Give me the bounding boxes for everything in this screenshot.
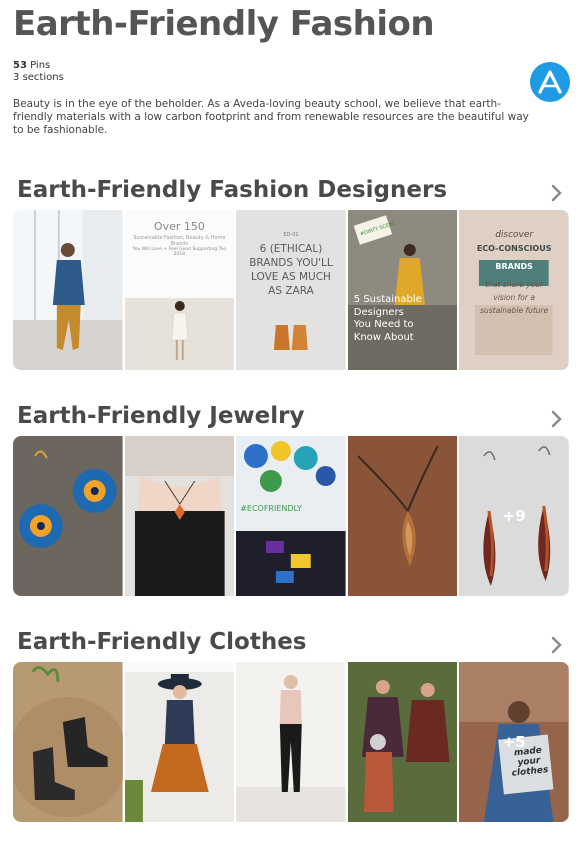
pin-subtitle: Sustainable Fashion, Beauty & Home Brand… [133,235,226,247]
wooden-bead-necklace-image [236,436,346,596]
chevron-right-icon[interactable] [549,183,565,203]
board-title: Earth-Friendly Fashion [13,4,435,44]
quilled-earrings-image [13,436,123,596]
pin-tile[interactable] [124,436,235,596]
pin-tile[interactable]: #ECOFRIENDLY [236,436,346,596]
pin-text: 5 Sustainable Designers You Need to Know… [353,294,422,343]
section-title[interactable]: Earth-Friendly Clothes [17,629,307,655]
pin-tile[interactable]: Over 150 Sustainable Fashion, Beauty & H… [124,210,235,370]
board-description: Beauty is in the eye of the beholder. As… [13,98,529,136]
more-pins-count[interactable]: +5 [459,662,569,822]
pin-pre: ED-01 [283,232,299,238]
pin-text-b: ECO-CONSCIOUS [476,244,552,253]
pin-tile[interactable] [13,662,123,822]
woman-in-blue-jacket-image [13,210,123,370]
pin-count: 53 Pins [13,60,51,71]
pin-tile[interactable]: made your clothes +5 [459,662,569,822]
patterned-ponchos-image [347,662,458,822]
hat-orange-skirt-image [124,662,235,822]
section-title[interactable]: Earth-Friendly Fashion Designers [17,177,447,203]
pin-text-a: discover [495,230,534,240]
section-pin-grid[interactable]: made your clothes +5 [13,662,569,822]
pin-tile[interactable] [124,662,235,822]
section-count: 3 sections [13,72,64,83]
pin-tile[interactable]: +9 [459,436,569,596]
aveda-a-glyph [538,70,562,94]
pin-tile[interactable]: #DIRTY SCENE 5 Sustainable Designers You… [347,210,458,370]
section-title[interactable]: Earth-Friendly Jewelry [17,403,305,429]
board-meta: 53 Pins 3 sections [13,60,64,84]
section-pin-grid[interactable]: #ECOFRIENDLY +9 [13,436,569,596]
pin-text-d: that share your vision for a sustainable… [480,280,549,315]
black-trousers-image [236,662,346,822]
pin-tile[interactable] [347,436,458,596]
chevron-right-icon[interactable] [549,409,565,429]
pin-heading: Over 150 [153,220,205,233]
amber-pendant-image [347,436,458,596]
pin-tile[interactable] [13,436,123,596]
pin-tile[interactable]: discover ECO-CONSCIOUS BRANDS that share… [459,210,569,370]
pendant-woman-image [124,436,235,596]
pin-tile[interactable]: ED-01 6 (ETHICAL) BRANDS YOU'LL LOVE AS … [236,210,346,370]
section-pin-grid[interactable]: Over 150 Sustainable Fashion, Beauty & H… [13,210,569,370]
pin-tile[interactable] [13,210,123,370]
ankle-boots-image [13,662,123,822]
beach-woman-image [124,210,235,370]
pin-tag: #ECOFRIENDLY [240,504,302,513]
pin-text: 6 (ETHICAL) BRANDS YOU'LL LOVE AS MUCH A… [249,243,333,297]
more-pins-count[interactable]: +9 [459,436,569,596]
pin-tile[interactable] [347,662,458,822]
aveda-logo-icon[interactable] [530,62,570,102]
pin-tile[interactable] [236,662,346,822]
pin-caption: You Will Love + Feel Good Supporting Too… [132,247,227,257]
chevron-right-icon[interactable] [549,635,565,655]
pin-text-c: BRANDS [495,262,533,271]
